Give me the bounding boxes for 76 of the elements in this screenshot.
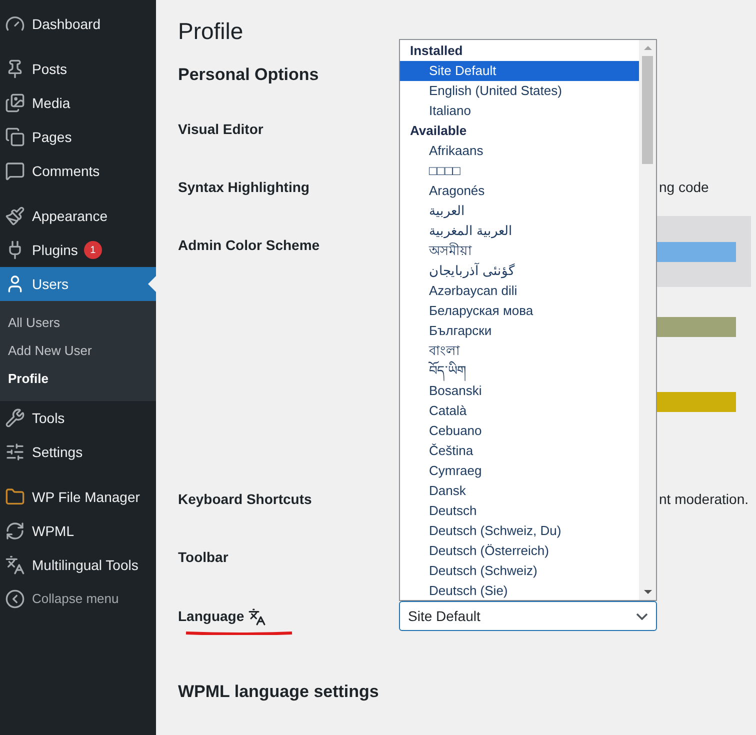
field-label: Toolbar	[178, 548, 230, 567]
translate-icon	[248, 608, 266, 626]
language-option[interactable]: Afrikaans	[400, 141, 639, 161]
language-option[interactable]: □□□□	[400, 161, 639, 181]
language-option[interactable]: العربية المغربية	[400, 221, 639, 241]
page-title: Profile	[178, 17, 244, 46]
language-option[interactable]: Български	[400, 321, 639, 341]
option-group-label: Installed	[409, 42, 464, 60]
field-label: Visual Editor	[178, 120, 264, 139]
language-option[interactable]: Català	[400, 401, 639, 421]
sidebar-item[interactable]: Multilingual Tools	[0, 548, 156, 582]
paintbrush-icon	[5, 206, 25, 226]
folder-icon	[5, 487, 25, 507]
field-label: Syntax Highlighting	[178, 178, 310, 197]
language-option[interactable]: Deutsch (Schweiz)	[400, 561, 639, 581]
language-option[interactable]: Беларуская мова	[400, 301, 639, 321]
sliders-icon	[5, 442, 25, 462]
collapse-icon	[5, 589, 25, 609]
field-label: Language	[178, 607, 244, 626]
wrench-icon	[5, 408, 25, 428]
language-option[interactable]: Italiano	[400, 101, 639, 121]
sidebar-item[interactable]: Media	[0, 86, 156, 120]
sidebar-item[interactable]: Plugins 1	[0, 233, 156, 267]
color-scheme-option[interactable]	[657, 216, 751, 287]
images-icon	[5, 93, 25, 113]
field-label: Admin Color Scheme	[178, 236, 321, 255]
current-pointer-icon	[148, 276, 156, 292]
sidebar-item[interactable]: Posts	[0, 52, 156, 86]
sidebar-item[interactable]: Appearance	[0, 199, 156, 233]
option-description: nt moderation.	[659, 490, 748, 509]
language-option[interactable]: Deutsch (Schweiz, Du)	[400, 521, 639, 541]
sidebar-item[interactable]: WP File Manager	[0, 480, 156, 514]
speech-bubble-icon	[5, 161, 25, 181]
sidebar-item[interactable]: Settings	[0, 435, 156, 469]
language-option[interactable]: Bosanski	[400, 381, 639, 401]
language-option[interactable]: Cymraeg	[400, 461, 639, 481]
refresh-icon	[5, 521, 25, 541]
chevron-down-icon	[636, 612, 648, 620]
language-option[interactable]: العربية	[400, 201, 639, 221]
scroll-down-icon	[644, 590, 652, 594]
option-description: ng code	[659, 178, 709, 197]
language-option[interactable]: বাংলা	[400, 341, 639, 361]
language-option[interactable]: Azərbaycan dili	[400, 281, 639, 301]
language-option[interactable]: བོད་ཡིག	[400, 361, 639, 381]
scrollbar-thumb[interactable]	[642, 56, 653, 164]
language-option[interactable]: Dansk	[400, 481, 639, 501]
field-label: Keyboard Shortcuts	[178, 490, 313, 509]
section-heading: Personal Options	[178, 64, 319, 86]
language-option[interactable]: অসমীয়া	[400, 241, 639, 261]
language-option[interactable]: Deutsch (Österreich)	[400, 541, 639, 561]
language-option[interactable]: Cebuano	[400, 421, 639, 441]
language-option[interactable]: گؤنئی آذربایجان	[400, 261, 639, 281]
submenu-item[interactable]: All Users	[0, 309, 156, 337]
language-option[interactable]: English (United States)	[400, 81, 639, 101]
sidebar-item[interactable]: Tools	[0, 401, 156, 435]
submenu-item[interactable]: Add New User	[0, 337, 156, 365]
pages-icon	[5, 127, 25, 147]
language-option[interactable]: Site Default	[400, 61, 639, 81]
sidebar-item[interactable]: Dashboard	[0, 7, 156, 41]
sidebar-item[interactable]: Comments	[0, 154, 156, 188]
language-option[interactable]: Čeština	[400, 441, 639, 461]
sidebar-item[interactable]: Users	[0, 267, 156, 301]
language-option[interactable]: Deutsch (Sie)	[400, 581, 639, 600]
collapse-menu-button[interactable]: Collapse menu	[0, 582, 156, 616]
scroll-up-icon	[644, 46, 652, 50]
language-select[interactable]: Site Default	[399, 601, 657, 631]
language-option[interactable]: Aragonés	[400, 181, 639, 201]
notification-badge: 1	[84, 241, 102, 259]
submenu-item[interactable]: Profile	[0, 365, 156, 393]
sidebar-item[interactable]: Pages	[0, 120, 156, 154]
section-heading: WPML language settings	[178, 681, 380, 703]
option-group-label: Available	[409, 122, 468, 140]
languages-icon	[5, 555, 25, 575]
scrollbar[interactable]	[639, 40, 656, 600]
language-option[interactable]: Deutsch	[400, 501, 639, 521]
sidebar-item[interactable]: WPML	[0, 514, 156, 548]
